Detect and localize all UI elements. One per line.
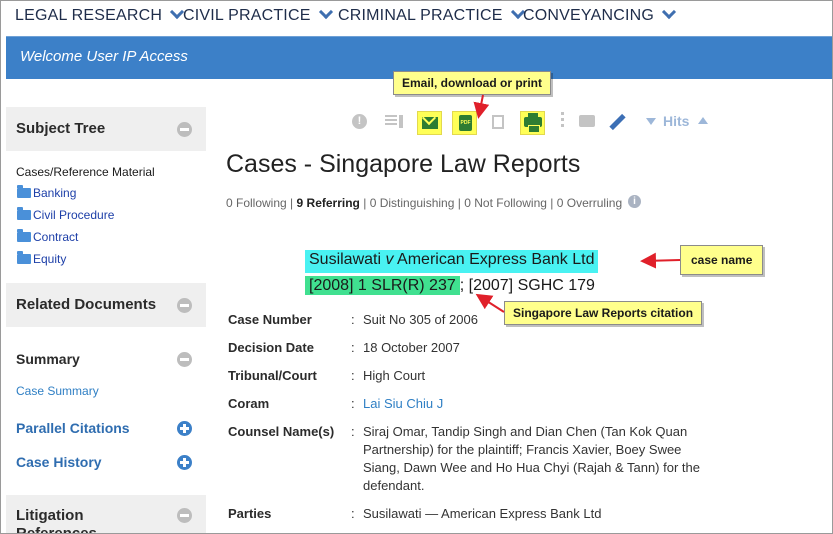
case-party-1: Susilawati — [309, 251, 386, 268]
page-title: Cases - Singapore Law Reports — [226, 150, 581, 178]
counsel-value: Siraj Omar, Tandip Singh and Dian Chen (… — [363, 424, 700, 493]
info-icon[interactable]: ! — [352, 114, 367, 129]
pencil-icon[interactable] — [609, 113, 626, 131]
folder-icon — [17, 229, 31, 242]
top-nav: LEGAL RESEARCH CIVIL PRACTICE CRIMINAL P… — [1, 1, 832, 35]
expand-icon[interactable] — [177, 421, 192, 436]
separator: | — [457, 196, 461, 210]
counsel-label: Counsel Name(s) — [228, 424, 335, 439]
separator: | — [363, 196, 367, 210]
nav-civil-practice[interactable]: CIVIL PRACTICE — [183, 4, 333, 25]
app-frame: LEGAL RESEARCH CIVIL PRACTICE CRIMINAL P… — [0, 0, 833, 534]
pdf-icon: PDF — [459, 115, 472, 131]
print-button[interactable] — [520, 111, 545, 135]
folder-icon — [17, 251, 31, 264]
colon: : — [351, 312, 355, 327]
hits-previous-icon[interactable] — [646, 118, 656, 125]
tree-item-equity[interactable]: Equity — [17, 251, 67, 266]
printer-icon — [524, 113, 542, 133]
sghc-citation: ; [2007] SGHC 179 — [459, 277, 595, 294]
tree-item-civil-procedure[interactable]: Civil Procedure — [17, 207, 115, 222]
parties-value: Susilawati — American Express Bank Ltd — [363, 506, 602, 521]
nav-criminal-practice[interactable]: CRIMINAL PRACTICE — [338, 4, 525, 25]
info-icon[interactable]: i — [628, 195, 641, 208]
nav-conveyancing[interactable]: CONVEYANCING — [523, 4, 677, 25]
nav-legal-research[interactable]: LEGAL RESEARCH — [15, 4, 185, 25]
subject-tree-header[interactable]: Subject Tree — [6, 107, 206, 151]
tribunal-value: High Court — [363, 368, 426, 383]
welcome-text: Welcome User IP Access — [20, 48, 188, 65]
hits-next-icon[interactable] — [698, 117, 708, 124]
case-name: Susilawati v American Express Bank Ltd — [305, 250, 599, 273]
not-following-count[interactable]: 0 Not Following — [464, 196, 547, 210]
colon: : — [351, 506, 355, 521]
overruling-count[interactable]: 0 Overruling — [557, 196, 622, 210]
arrow-to-toolbar — [473, 94, 490, 119]
nav-label: CIVIL PRACTICE — [183, 7, 311, 24]
separator: | — [550, 196, 554, 210]
litigation-references-title: Litigation References — [16, 507, 97, 534]
tree-item-banking[interactable]: Banking — [17, 185, 77, 200]
document-icon[interactable] — [492, 115, 504, 129]
treatment-summary: 0 Following | 9 Referring | 0 Distinguis… — [226, 196, 622, 210]
colon: : — [351, 368, 355, 383]
litigation-references-header[interactable]: Litigation References — [6, 495, 206, 534]
tree-item-label: Equity — [33, 252, 67, 266]
decision-date-value: 18 October 2007 — [363, 340, 460, 355]
related-documents-title: Related Documents — [16, 296, 157, 313]
tree-item-contract[interactable]: Contract — [17, 229, 79, 244]
chevron-down-icon — [318, 4, 333, 20]
sidebar: Subject Tree Cases/Reference Material Ba… — [6, 107, 206, 534]
case-number-label: Case Number — [228, 312, 312, 327]
arrow-to-citation — [475, 293, 505, 313]
collapse-icon[interactable] — [177, 352, 192, 367]
parties-label: Parties — [228, 506, 272, 521]
case-number-value: Suit No 305 of 2006 — [363, 312, 478, 327]
related-documents-header[interactable]: Related Documents — [6, 283, 206, 327]
download-pdf-button[interactable]: PDF — [452, 111, 477, 135]
tree-item-label: Banking — [33, 186, 77, 200]
following-count[interactable]: 0 Following — [226, 196, 287, 210]
collapse-icon[interactable] — [177, 298, 192, 313]
case-summary-link[interactable]: Case Summary — [16, 384, 99, 398]
tribunal-label: Tribunal/Court — [228, 368, 317, 383]
mail-icon — [422, 117, 438, 129]
tree-item-label: Contract — [33, 230, 79, 244]
colon: : — [351, 396, 355, 411]
colon: : — [351, 424, 355, 439]
nav-label: CONVEYANCING — [523, 7, 655, 24]
nav-label: CRIMINAL PRACTICE — [338, 7, 503, 24]
folder-icon — [17, 207, 31, 220]
more-options-icon[interactable] — [561, 112, 564, 132]
separator: | — [290, 196, 294, 210]
decision-date-label: Decision Date — [228, 340, 314, 355]
summary-label: Summary — [16, 351, 80, 367]
hits-label: Hits — [663, 113, 690, 129]
coram-label: Coram — [228, 396, 270, 411]
email-button[interactable] — [417, 111, 442, 135]
toc-icon[interactable] — [385, 115, 403, 128]
citation-line: [2008] 1 SLR(R) 237; [2007] SGHC 179 — [305, 276, 595, 295]
colon: : — [351, 340, 355, 355]
tree-root: Cases/Reference Material — [16, 165, 155, 179]
tree-item-label: Civil Procedure — [33, 208, 115, 222]
expand-icon[interactable] — [177, 455, 192, 470]
case-name-callout: case name — [680, 245, 764, 275]
slr-citation: [2008] 1 SLR(R) 237 — [305, 276, 460, 295]
comment-icon[interactable] — [579, 115, 595, 127]
arrow-to-case-name — [640, 252, 681, 269]
collapse-icon[interactable] — [177, 508, 192, 523]
distinguishing-count[interactable]: 0 Distinguishing — [370, 196, 455, 210]
parallel-citations-link[interactable]: Parallel Citations — [16, 420, 130, 436]
coram-link[interactable]: Lai Siu Chiu J — [363, 395, 708, 413]
case-party-2: American Express Bank Ltd — [393, 251, 595, 268]
case-history-link[interactable]: Case History — [16, 454, 102, 470]
email-download-print-callout: Email, download or print — [393, 71, 552, 95]
chevron-down-icon — [661, 4, 677, 20]
collapse-icon[interactable] — [177, 122, 192, 137]
folder-icon — [17, 185, 31, 198]
subject-tree-title: Subject Tree — [16, 120, 106, 137]
nav-label: LEGAL RESEARCH — [15, 7, 163, 24]
referring-count[interactable]: 9 Referring — [297, 196, 360, 210]
